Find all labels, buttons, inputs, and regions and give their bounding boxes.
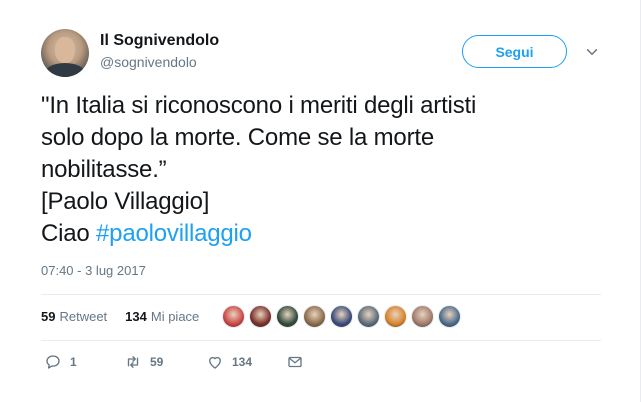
tweet-card: Il Sognivendolo @sognivendolo Segui "In … [0,0,641,402]
liker-avatar[interactable] [330,305,353,328]
tweet-line: Ciao [41,220,97,247]
tweet-line: [Paolo Villaggio] [41,188,210,215]
liker-avatar[interactable] [303,305,326,328]
liker-avatar[interactable] [276,305,299,328]
reply-count: 1 [70,355,77,369]
heart-icon [209,356,221,369]
retweet-count[interactable]: 59 [41,309,55,324]
liker-avatar[interactable] [222,305,245,328]
avatar-face [55,37,75,63]
action-bar: 1 59 134 [44,353,304,371]
envelope-icon [288,356,302,368]
reply-icon [46,355,60,369]
engagement-stats: 59 Retweet 134 Mi piace [41,309,199,324]
retweet-label[interactable]: Retweet [59,309,107,324]
reply-button[interactable]: 1 [44,353,124,371]
liker-avatars [222,305,461,328]
retweet-action-count: 59 [150,355,164,369]
divider [41,340,601,341]
avatar-shirt [45,63,85,77]
like-label[interactable]: Mi piace [151,309,199,324]
tweet-line: solo dopo la morte. Come se la morte [41,124,434,151]
timestamp[interactable]: 07:40 - 3 lug 2017 [41,263,146,278]
avatar[interactable] [41,29,89,77]
liker-avatar[interactable] [357,305,380,328]
liker-avatar[interactable] [438,305,461,328]
like-button[interactable]: 134 [206,353,286,371]
tweet-text: "In Italia si riconoscono i meriti degli… [41,90,621,250]
follow-button[interactable]: Segui [462,35,567,68]
tweet-line: nobilitasse.” [41,156,167,183]
retweet-icon [127,356,139,368]
like-action-count: 134 [232,355,253,369]
chevron-down-icon[interactable] [583,43,601,61]
liker-avatar[interactable] [411,305,434,328]
liker-avatar[interactable] [384,305,407,328]
user-handle[interactable]: @sognivendolo [100,54,197,70]
hashtag-link[interactable]: #paolovillaggio [96,220,252,247]
tweet-line: "In Italia si riconoscono i meriti degli… [41,92,477,119]
liker-avatar[interactable] [249,305,272,328]
divider [41,294,601,295]
display-name[interactable]: Il Sognivendolo [100,32,219,50]
retweet-button[interactable]: 59 [124,353,206,371]
message-button[interactable] [286,353,304,371]
like-count[interactable]: 134 [125,309,147,324]
